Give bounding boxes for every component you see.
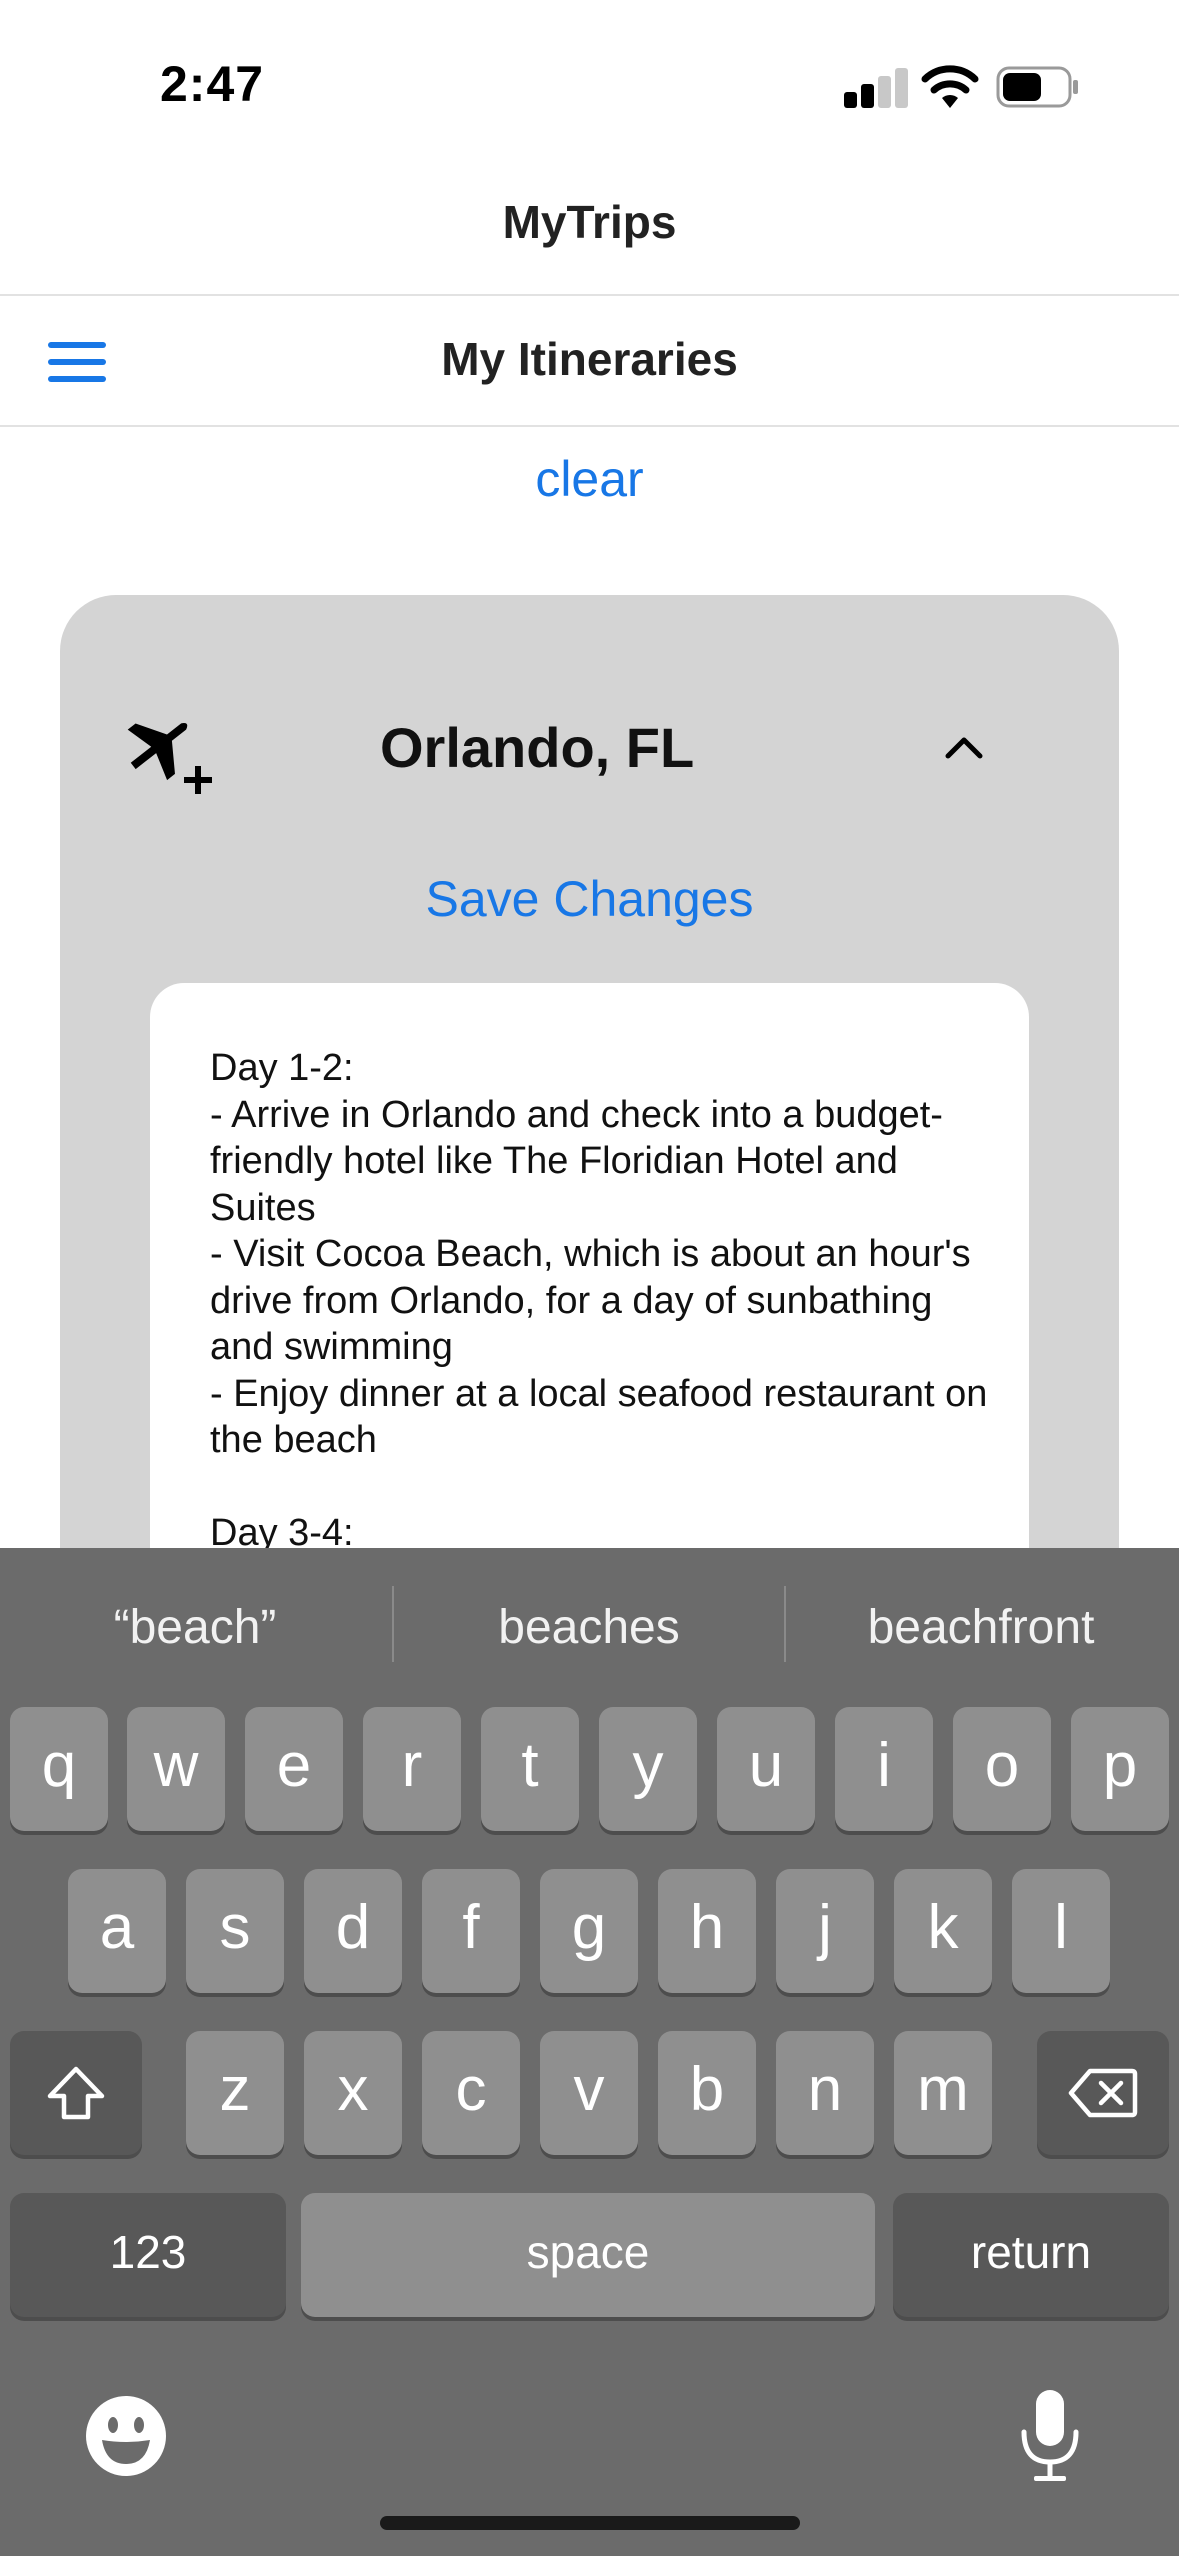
suggestion-1[interactable]: “beach” [0, 1600, 390, 1655]
key-q[interactable]: q [10, 1707, 108, 1831]
key-b[interactable]: b [658, 2031, 756, 2155]
clear-button[interactable]: clear [0, 450, 1179, 508]
trip-destination: Orlando, FL [380, 716, 695, 779]
key-r[interactable]: r [363, 1707, 461, 1831]
chevron-up-icon[interactable] [944, 732, 984, 762]
app-title: MyTrips [502, 196, 677, 248]
key-v[interactable]: v [540, 2031, 638, 2155]
suggestion-2[interactable]: beaches [394, 1600, 784, 1655]
key-a[interactable]: a [68, 1869, 166, 1993]
key-o[interactable]: o [953, 1707, 1051, 1831]
itinerary-text[interactable]: Day 1-2: - Arrive in Orlando and check i… [210, 1045, 990, 1557]
key-t[interactable]: t [481, 1707, 579, 1831]
page-title: My Itineraries [441, 333, 738, 385]
key-u[interactable]: u [717, 1707, 815, 1831]
key-n[interactable]: n [776, 2031, 874, 2155]
key-e[interactable]: e [245, 1707, 343, 1831]
key-k[interactable]: k [894, 1869, 992, 1993]
nav-bar: My Itineraries [0, 296, 1179, 426]
wifi-icon [921, 65, 979, 108]
key-w[interactable]: w [127, 1707, 225, 1831]
cellular-signal-icon [844, 68, 908, 108]
home-indicator [380, 2516, 800, 2530]
key-z[interactable]: z [186, 2031, 284, 2155]
battery-icon [996, 66, 1078, 108]
key-i[interactable]: i [835, 1707, 933, 1831]
return-key[interactable]: return [893, 2193, 1169, 2317]
key-h[interactable]: h [658, 1869, 756, 1993]
backspace-icon [1068, 2068, 1138, 2118]
key-s[interactable]: s [186, 1869, 284, 1993]
microphone-icon[interactable] [1018, 2388, 1082, 2484]
key-j[interactable]: j [776, 1869, 874, 1993]
emoji-icon[interactable] [84, 2394, 168, 2478]
key-y[interactable]: y [599, 1707, 697, 1831]
key-x[interactable]: x [304, 2031, 402, 2155]
suggestion-3[interactable]: beachfront [786, 1600, 1176, 1655]
status-bar: 2:47 [0, 0, 1179, 170]
key-m[interactable]: m [894, 2031, 992, 2155]
shift-key[interactable] [10, 2031, 142, 2155]
delete-key[interactable] [1037, 2031, 1169, 2155]
key-g[interactable]: g [540, 1869, 638, 1993]
key-l[interactable]: l [1012, 1869, 1110, 1993]
save-changes-button[interactable]: Save Changes [0, 870, 1179, 928]
shift-icon [47, 2066, 105, 2120]
numbers-key[interactable]: 123 [10, 2193, 286, 2317]
status-time: 2:47 [160, 56, 265, 112]
key-d[interactable]: d [304, 1869, 402, 1993]
space-key[interactable]: space [301, 2193, 875, 2317]
airplane-add-icon[interactable] [122, 705, 214, 797]
key-f[interactable]: f [422, 1869, 520, 1993]
nav-divider [0, 425, 1179, 427]
key-p[interactable]: p [1071, 1707, 1169, 1831]
key-c[interactable]: c [422, 2031, 520, 2155]
